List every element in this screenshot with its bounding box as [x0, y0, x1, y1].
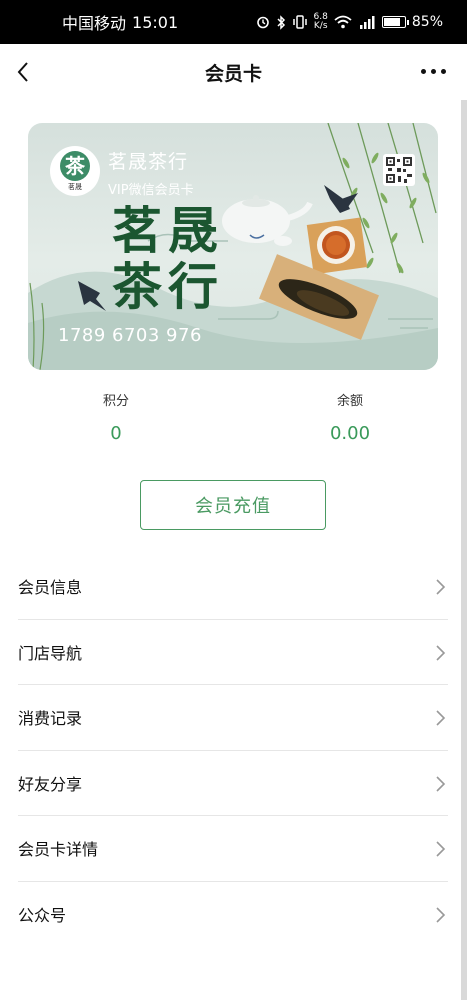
points-stat[interactable]: 积分 0	[56, 390, 176, 444]
balance-label: 余额	[336, 394, 363, 409]
bluetooth-icon	[277, 14, 285, 30]
menu-item-label: 好友分享	[18, 774, 83, 794]
logo-glyph: 茶	[60, 150, 90, 181]
menu-item-label: 公众号	[18, 906, 67, 926]
net-speed-unit: K/s	[313, 21, 328, 31]
menu-item-purchase-history[interactable]: 消费记录	[18, 685, 448, 751]
chevron-right-icon	[436, 579, 446, 595]
qr-code-icon[interactable]	[383, 154, 415, 186]
menu-item-label: 会员信息	[18, 578, 83, 598]
points-value: 0	[110, 423, 122, 444]
member-card[interactable]: 茶 茗晟 茗晟茶行 VIP微信会员卡 茗晟 茶行 1789 6703 976	[28, 123, 438, 370]
clock: 15:01	[132, 12, 179, 32]
brand-line-2: 茶行	[112, 258, 224, 316]
chevron-right-icon	[436, 710, 446, 726]
vibrate-icon	[292, 15, 307, 29]
balance-stat[interactable]: 余额 0.00	[290, 390, 410, 444]
menu-item-card-details[interactable]: 会员卡详情	[18, 816, 448, 882]
carrier-label: 中国移动	[62, 14, 127, 33]
battery-percent: 85%	[411, 14, 443, 30]
page-title: 会员卡	[204, 62, 262, 85]
chevron-right-icon	[436, 906, 446, 923]
net-speed: 6.8 K/s	[314, 13, 328, 31]
wifi-icon	[334, 15, 352, 29]
menu-list: 会员信息 门店导航 消费记录 好友分享 会员卡详情 公众号	[18, 554, 448, 947]
scrollbar[interactable]	[461, 100, 467, 1000]
menu-item-label: 会员卡详情	[18, 840, 99, 860]
alarm-icon	[256, 16, 269, 29]
menu-item-store-navigation[interactable]: 门店导航	[18, 620, 448, 685]
battery-level	[383, 18, 401, 26]
more-dots-icon[interactable]	[421, 64, 447, 78]
chevron-right-icon	[436, 841, 446, 857]
status-bar: 中国移动 15:01 6.8 K/s 85%	[0, 0, 467, 44]
chevron-left-icon[interactable]	[10, 58, 38, 86]
recharge-button[interactable]: 会员充值	[140, 480, 326, 530]
chevron-right-icon	[436, 644, 446, 661]
nav-bar: 会员卡	[0, 44, 467, 100]
balance-value: 0.00	[329, 423, 371, 444]
menu-item-member-info[interactable]: 会员信息	[18, 554, 448, 620]
menu-item-label: 消费记录	[18, 709, 83, 729]
menu-item-share-friends[interactable]: 好友分享	[18, 751, 448, 816]
chevron-right-icon	[436, 775, 446, 792]
menu-item-official-account[interactable]: 公众号	[18, 882, 448, 948]
menu-item-label: 门店导航	[18, 643, 83, 663]
store-logo: 茶 茗晟	[50, 146, 100, 196]
logo-caption: 茗晟	[68, 182, 82, 191]
battery-icon	[381, 16, 409, 28]
card-type-label: VIP微信会员卡	[108, 183, 194, 198]
points-label: 积分	[102, 394, 129, 409]
signal-icon	[359, 16, 375, 29]
card-number: 1789 6703 976	[58, 325, 202, 346]
card-store-name: 茗晟茶行	[108, 151, 189, 173]
app-screen: 中国移动 15:01 6.8 K/s 85% 会员卡 茶 茗晟 茗晟茶行 VIP…	[0, 0, 467, 1000]
brand-line-1: 茗晟	[112, 202, 224, 260]
card-brand-logotype: 茗晟 茶行	[112, 203, 224, 315]
